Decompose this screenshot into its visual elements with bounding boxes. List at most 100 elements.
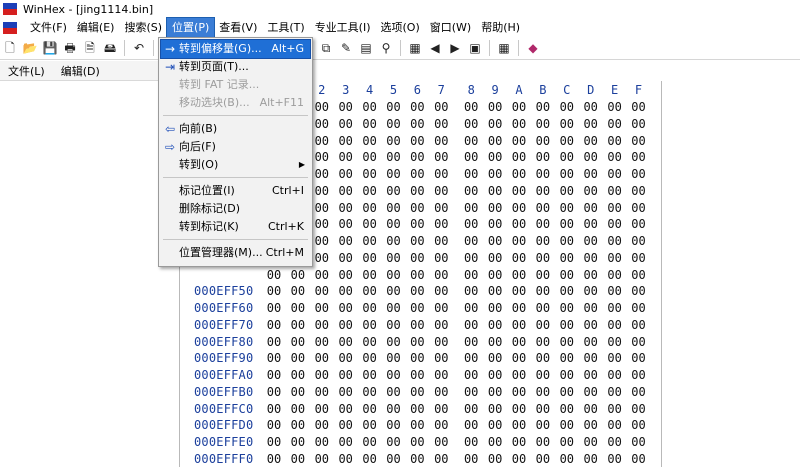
hex-byte[interactable]: 00 (461, 201, 481, 215)
hex-byte[interactable]: 00 (384, 385, 404, 399)
hex-byte[interactable]: 00 (533, 268, 553, 282)
hex-byte[interactable]: 00 (407, 301, 427, 315)
hex-byte[interactable]: 00 (581, 167, 601, 181)
hex-byte[interactable]: 00 (461, 150, 481, 164)
hex-byte[interactable]: 00 (509, 318, 529, 332)
hex-byte[interactable]: 00 (407, 385, 427, 399)
hex-byte[interactable]: 00 (461, 251, 481, 265)
hex-byte[interactable]: 00 (336, 268, 356, 282)
hex-byte[interactable]: 00 (581, 335, 601, 349)
hex-byte[interactable]: 00 (431, 351, 451, 365)
hex-byte[interactable]: 00 (288, 435, 308, 449)
menu-7[interactable]: 专业工具(I) (310, 18, 376, 37)
hex-byte[interactable]: 00 (461, 184, 481, 198)
hex-byte[interactable]: 00 (533, 117, 553, 131)
hex-byte[interactable]: 00 (557, 368, 577, 382)
hex-byte[interactable]: 00 (461, 117, 481, 131)
position-menu-item[interactable]: 位置管理器(M)... Ctrl+M (161, 244, 310, 262)
hex-byte[interactable]: 00 (384, 351, 404, 365)
hex-byte[interactable]: 00 (485, 351, 505, 365)
hex-byte[interactable]: 00 (431, 217, 451, 231)
hex-byte[interactable]: 00 (407, 452, 427, 466)
hex-byte[interactable]: 00 (407, 435, 427, 449)
hex-byte[interactable]: 00 (461, 452, 481, 466)
hex-byte[interactable]: 00 (312, 184, 332, 198)
hex-byte[interactable]: 00 (557, 184, 577, 198)
hex-byte[interactable]: 00 (431, 284, 451, 298)
wand-icon[interactable]: ✎ (338, 40, 354, 56)
hex-byte[interactable]: 00 (557, 251, 577, 265)
hex-byte[interactable]: 00 (336, 335, 356, 349)
undo-icon[interactable]: ↶ (131, 40, 147, 56)
hex-byte[interactable]: 00 (629, 184, 649, 198)
menu-5[interactable]: 查看(V) (214, 18, 262, 37)
hex-byte[interactable]: 00 (312, 251, 332, 265)
hex-byte[interactable]: 00 (485, 452, 505, 466)
hex-byte[interactable]: 00 (407, 368, 427, 382)
hex-byte[interactable]: 00 (288, 318, 308, 332)
hex-byte[interactable]: 00 (509, 134, 529, 148)
hex-byte[interactable]: 00 (461, 318, 481, 332)
hex-byte[interactable]: 00 (360, 217, 380, 231)
hex-byte[interactable]: 00 (533, 184, 553, 198)
hex-byte[interactable]: 00 (605, 402, 625, 416)
hex-byte[interactable]: 00 (336, 435, 356, 449)
hex-byte[interactable]: 00 (557, 167, 577, 181)
hex-byte[interactable]: 00 (360, 351, 380, 365)
hex-byte[interactable]: 00 (336, 134, 356, 148)
hex-byte[interactable]: 00 (336, 351, 356, 365)
hex-byte[interactable]: 00 (533, 351, 553, 365)
position-menu-item[interactable]: ⇦ 向前(B) (161, 120, 310, 138)
hex-byte[interactable]: 00 (264, 418, 284, 432)
hex-byte[interactable]: 00 (557, 268, 577, 282)
hex-byte[interactable]: 00 (605, 351, 625, 365)
search-icon[interactable]: ⚲ (378, 40, 394, 56)
left-panel-menu-item[interactable]: 编辑(D) (53, 63, 108, 79)
hex-byte[interactable]: 00 (581, 318, 601, 332)
hex-byte[interactable]: 00 (605, 284, 625, 298)
hex-byte[interactable]: 00 (288, 385, 308, 399)
hex-byte[interactable]: 00 (360, 134, 380, 148)
hex-byte[interactable]: 00 (629, 418, 649, 432)
hex-byte[interactable]: 00 (581, 150, 601, 164)
copy-icon[interactable]: ⧉ (318, 40, 334, 56)
hex-byte[interactable]: 00 (312, 100, 332, 114)
hex-byte[interactable]: 00 (431, 318, 451, 332)
hex-byte[interactable]: 00 (312, 402, 332, 416)
hex-byte[interactable]: 00 (485, 435, 505, 449)
hex-byte[interactable]: 00 (605, 301, 625, 315)
hex-byte[interactable]: 00 (485, 368, 505, 382)
hex-byte[interactable]: 00 (533, 234, 553, 248)
position-menu-item[interactable]: 删除标记(D) (161, 200, 310, 218)
hex-byte[interactable]: 00 (384, 402, 404, 416)
hex-byte[interactable]: 00 (581, 234, 601, 248)
hex-byte[interactable]: 00 (485, 335, 505, 349)
hex-byte[interactable]: 00 (605, 418, 625, 432)
hex-byte[interactable]: 00 (557, 418, 577, 432)
hex-byte[interactable]: 00 (581, 452, 601, 466)
hex-byte[interactable]: 00 (485, 418, 505, 432)
hex-byte[interactable]: 00 (264, 335, 284, 349)
hex-byte[interactable]: 00 (509, 184, 529, 198)
hex-byte[interactable]: 00 (485, 117, 505, 131)
hex-byte[interactable]: 00 (461, 385, 481, 399)
hex-byte[interactable]: 00 (581, 184, 601, 198)
hex-byte[interactable]: 00 (605, 167, 625, 181)
hex-byte[interactable]: 00 (360, 335, 380, 349)
hex-byte[interactable]: 00 (605, 368, 625, 382)
hex-byte[interactable]: 00 (485, 100, 505, 114)
hex-byte[interactable]: 00 (360, 452, 380, 466)
hex-byte[interactable]: 00 (312, 284, 332, 298)
hex-byte[interactable]: 00 (384, 318, 404, 332)
hex-byte[interactable]: 00 (360, 184, 380, 198)
camera-icon[interactable]: ▣ (467, 40, 483, 56)
hex-byte[interactable]: 00 (407, 268, 427, 282)
hex-byte[interactable]: 00 (605, 100, 625, 114)
hex-byte[interactable]: 00 (312, 368, 332, 382)
hex-byte[interactable]: 00 (407, 418, 427, 432)
hex-byte[interactable]: 00 (384, 368, 404, 382)
hex-byte[interactable]: 00 (557, 452, 577, 466)
hex-byte[interactable]: 00 (288, 268, 308, 282)
menu-9[interactable]: 窗口(W) (425, 18, 476, 37)
hex-byte[interactable]: 00 (509, 335, 529, 349)
